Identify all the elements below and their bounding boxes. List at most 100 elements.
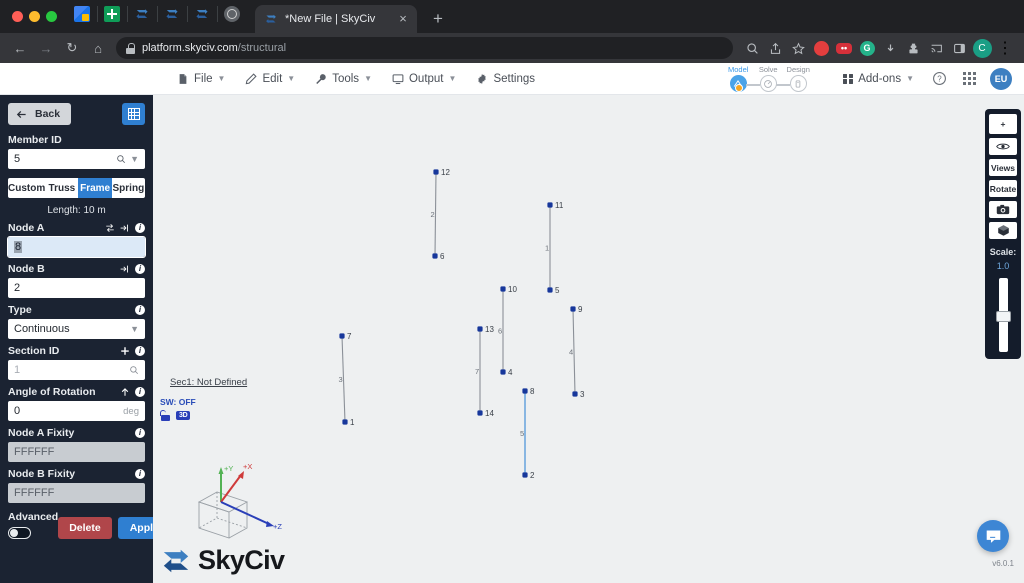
unlock-icon[interactable] bbox=[160, 410, 170, 421]
addons-button[interactable]: Add-ons ▼ bbox=[835, 69, 922, 89]
swap-nodes-icon[interactable] bbox=[105, 223, 115, 233]
screenshot-button[interactable] bbox=[989, 201, 1017, 218]
member-type-frame[interactable]: Frame bbox=[78, 178, 112, 198]
node-b-fixity-input[interactable]: FFFFFF bbox=[8, 483, 145, 503]
workflow-step-model[interactable]: Model bbox=[723, 65, 761, 92]
node-marker[interactable] bbox=[547, 287, 553, 293]
node-a-input[interactable]: 8 bbox=[7, 236, 146, 258]
node-marker[interactable] bbox=[433, 169, 439, 175]
extensions-puzzle-icon[interactable] bbox=[902, 37, 924, 59]
bookmark-star-icon[interactable] bbox=[787, 37, 809, 59]
pinned-tab-1[interactable] bbox=[67, 1, 97, 27]
cast-icon[interactable] bbox=[925, 37, 947, 59]
help-button[interactable]: ? bbox=[926, 66, 952, 92]
chevron-down-icon[interactable]: ▼ bbox=[130, 324, 139, 334]
node-marker[interactable] bbox=[570, 306, 576, 312]
node-marker[interactable] bbox=[432, 253, 438, 259]
support-chat-button[interactable] bbox=[977, 520, 1009, 552]
pinned-tab-sheets[interactable] bbox=[97, 1, 127, 27]
node-marker[interactable] bbox=[500, 286, 506, 292]
node-b-input[interactable]: 2 bbox=[8, 278, 145, 298]
node-marker[interactable] bbox=[500, 369, 506, 375]
member-type-spring[interactable]: Spring bbox=[112, 178, 145, 198]
browser-tab-active[interactable]: *New File | SkyCiv × bbox=[255, 5, 417, 33]
rotate-button[interactable]: Rotate bbox=[989, 180, 1017, 197]
pinned-tab-globe[interactable] bbox=[217, 1, 247, 27]
user-avatar[interactable]: EU bbox=[990, 67, 1012, 90]
angle-of-rotation-input[interactable]: 0 deg bbox=[8, 401, 145, 421]
node-marker[interactable] bbox=[339, 333, 345, 339]
home-icon[interactable]: ⌂ bbox=[86, 36, 110, 60]
menu-file[interactable]: File ▼ bbox=[168, 69, 234, 89]
side-panel-icon[interactable] bbox=[948, 37, 970, 59]
arrow-up-icon[interactable] bbox=[120, 387, 130, 397]
member-line[interactable] bbox=[572, 308, 576, 395]
app-launcher-button[interactable] bbox=[956, 66, 982, 92]
node-marker[interactable] bbox=[477, 410, 483, 416]
chevron-down-icon[interactable]: ▼ bbox=[130, 154, 139, 164]
visibility-button[interactable] bbox=[989, 138, 1017, 155]
info-icon[interactable]: i bbox=[135, 387, 145, 397]
reload-icon[interactable]: ↻ bbox=[60, 36, 84, 60]
node-a-fixity-input[interactable]: FFFFFF bbox=[8, 442, 145, 462]
pinned-tab-skyciv-2[interactable] bbox=[157, 1, 187, 27]
back-button[interactable]: Back bbox=[8, 103, 72, 125]
member-type-custom[interactable]: Custom bbox=[8, 178, 45, 198]
pinned-tab-skyciv-1[interactable] bbox=[127, 1, 157, 27]
apply-button[interactable]: Apply bbox=[117, 517, 153, 539]
extension-red-icon[interactable]: •• bbox=[833, 37, 855, 59]
add-section-icon[interactable] bbox=[120, 346, 130, 356]
advanced-toggle[interactable] bbox=[8, 527, 31, 539]
search-icon[interactable] bbox=[741, 37, 763, 59]
window-close-button[interactable] bbox=[12, 11, 23, 22]
node-marker[interactable] bbox=[572, 391, 578, 397]
extension-grammarly-icon[interactable]: G bbox=[856, 37, 878, 59]
window-minimize-button[interactable] bbox=[29, 11, 40, 22]
info-icon[interactable]: i bbox=[135, 346, 145, 356]
data-table-button[interactable] bbox=[122, 103, 145, 125]
member-id-input[interactable]: 5 ▼ bbox=[8, 149, 145, 169]
member-line[interactable] bbox=[434, 171, 437, 257]
info-icon[interactable]: i bbox=[135, 223, 145, 233]
download-icon[interactable] bbox=[879, 37, 901, 59]
window-maximize-button[interactable] bbox=[46, 11, 57, 22]
node-marker[interactable] bbox=[522, 388, 528, 394]
info-icon[interactable]: i bbox=[135, 264, 145, 274]
type-select[interactable]: Continuous ▼ bbox=[8, 319, 145, 339]
menu-edit[interactable]: Edit ▼ bbox=[236, 69, 304, 89]
node-marker[interactable] bbox=[477, 326, 483, 332]
section-id-input[interactable]: 1 bbox=[8, 360, 145, 380]
address-bar[interactable]: platform.skyciv.com/structural bbox=[116, 37, 733, 59]
search-icon[interactable] bbox=[129, 365, 139, 375]
extension-record-icon[interactable] bbox=[810, 37, 832, 59]
search-icon[interactable] bbox=[116, 154, 126, 164]
node-marker[interactable] bbox=[522, 472, 528, 478]
select-node-icon[interactable] bbox=[120, 264, 130, 274]
axis-gizmo[interactable]: +Y +X +Z bbox=[183, 450, 288, 540]
close-icon[interactable]: × bbox=[395, 11, 411, 27]
new-tab-button[interactable]: + bbox=[427, 8, 449, 30]
render-3d-button[interactable] bbox=[989, 222, 1017, 239]
scale-slider-thumb[interactable] bbox=[995, 311, 1011, 322]
info-icon[interactable]: i bbox=[135, 305, 145, 315]
zoom-in-button[interactable]: + bbox=[989, 114, 1017, 134]
delete-button[interactable]: Delete bbox=[58, 517, 112, 539]
model-viewport[interactable]: 1234567 1 2 3 4 5 6 7 8 9 10 11 12 13 14 Sec1: Not De… bbox=[153, 95, 1024, 583]
workflow-step-solve[interactable]: Solve bbox=[753, 65, 791, 92]
share-icon[interactable] bbox=[764, 37, 786, 59]
scale-slider[interactable] bbox=[995, 278, 1011, 352]
member-type-truss[interactable]: Truss bbox=[45, 178, 78, 198]
menu-tools[interactable]: Tools ▼ bbox=[306, 69, 381, 89]
view-mode-badge[interactable]: 3D bbox=[176, 411, 191, 420]
menu-settings[interactable]: Settings bbox=[467, 69, 544, 89]
select-node-icon[interactable] bbox=[120, 223, 130, 233]
info-icon[interactable]: i bbox=[135, 469, 145, 479]
views-button[interactable]: Views bbox=[989, 159, 1017, 176]
workflow-step-design[interactable]: Design bbox=[783, 65, 813, 92]
window-controls[interactable] bbox=[8, 11, 67, 33]
forward-icon[interactable]: → bbox=[34, 36, 58, 60]
browser-menu-icon[interactable]: ⋮ bbox=[994, 37, 1016, 59]
pinned-tab-skyciv-3[interactable] bbox=[187, 1, 217, 27]
info-icon[interactable]: i bbox=[135, 428, 145, 438]
node-marker[interactable] bbox=[342, 419, 348, 425]
